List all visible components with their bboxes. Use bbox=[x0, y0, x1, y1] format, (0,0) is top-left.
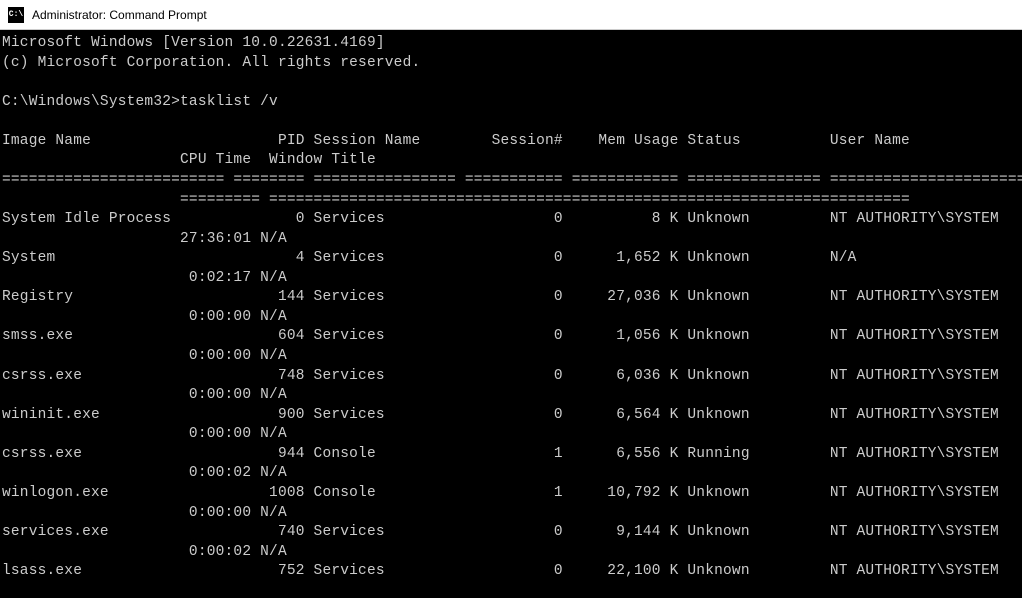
cmd-icon: C:\ bbox=[8, 7, 24, 23]
window-title: Administrator: Command Prompt bbox=[32, 8, 207, 22]
terminal-output[interactable]: Microsoft Windows [Version 10.0.22631.41… bbox=[0, 30, 1022, 586]
window-titlebar[interactable]: C:\ Administrator: Command Prompt bbox=[0, 0, 1022, 30]
